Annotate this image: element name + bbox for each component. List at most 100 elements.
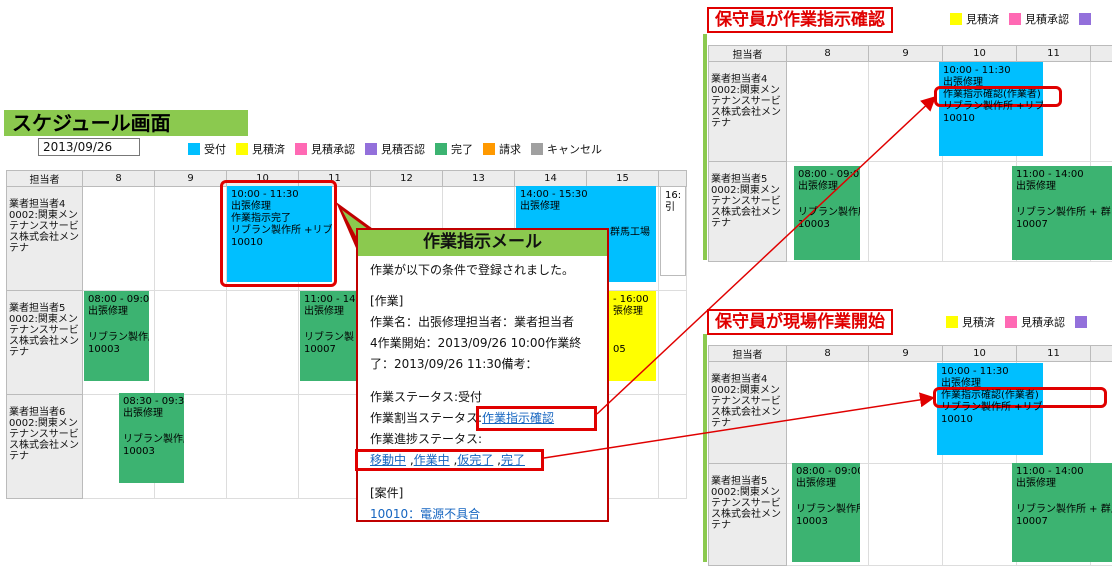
assign-status-label: 作業割当ステータス:	[370, 411, 482, 425]
event-time: 08:00 - 09:00	[798, 169, 856, 181]
section-bar	[703, 334, 707, 562]
event-time: 10:00 - 11:30	[941, 366, 1039, 378]
header-hour: 11	[1017, 346, 1091, 362]
table-row: 業者担当者4 0002:関東メンテナンスサービス株式会社メンテナ	[709, 362, 1112, 464]
legend-label: 受付	[204, 141, 226, 157]
event-time: 08:00 - 09:00	[88, 294, 145, 306]
popup-section: [案件]	[358, 483, 607, 504]
header-hour: 9	[869, 346, 943, 362]
date-input[interactable]: 2013/09/26	[38, 138, 140, 156]
schedule-event[interactable]: 08:00 - 09:00 出張修理 リブラン製作所 +リブラン製作所 1000…	[84, 291, 149, 381]
event-code: 10003	[123, 446, 180, 458]
legend-swatch-denied	[1075, 316, 1087, 328]
legend-label: 見積済	[252, 141, 285, 157]
header-staff: 担当者	[709, 46, 787, 62]
event-time: 16:	[665, 190, 681, 202]
header-hour: 8	[83, 171, 155, 187]
legend-swatch-estimated	[950, 13, 962, 25]
event-code: 10007	[1016, 219, 1108, 231]
popup-text: 了：2013/09/26 11:30備考：	[358, 354, 607, 375]
header-hour: 12	[371, 171, 443, 187]
header-hour: 11	[1017, 46, 1091, 62]
event-code: 10010	[943, 113, 1039, 125]
highlight-frame	[355, 449, 544, 471]
schedule-event[interactable]: 11:00 - 14:00 出張修理 リブラン製作所 + 群 10007	[1012, 166, 1112, 260]
legend-swatch-billing	[483, 143, 495, 155]
case-link[interactable]: 10010：電源不具合	[370, 507, 480, 521]
event-title: 出張修理	[798, 181, 856, 193]
staff-name: 業者担当者5 0002:関東メンテナンスサービス株式会社メンテナ	[7, 291, 83, 395]
event-title: 出張修理	[796, 478, 856, 490]
staff-name: 業者担当者6 0002:関東メンテナンスサービス株式会社メンテナ	[7, 395, 83, 499]
schedule-event[interactable]: 10:00 - 11:30 出張修理 作業指示確認(作業者) + 作業中 リブラ…	[937, 363, 1043, 455]
event-place: リブラン製作所 + 群馬	[1016, 504, 1108, 516]
legend-swatch-estimated	[236, 143, 248, 155]
event-time: 11:00 - 14	[304, 294, 354, 306]
highlight-frame	[476, 406, 597, 431]
event-code: 10003	[88, 344, 145, 356]
legend-label: 見積否認	[381, 141, 425, 157]
staff-name: 業者担当者5 0002:関東メンテナンスサービス株式会社メンテナ	[709, 162, 787, 262]
work-instruction-mail-popup: 作業指示メール 作業が以下の条件で登録されました。 [作業] 作業名：出張修理担…	[356, 228, 609, 522]
section-bar	[703, 34, 707, 260]
event-title: 張修理	[613, 306, 652, 318]
staff-name: 業者担当者5 0002:関東メンテナンスサービス株式会社メンテナ	[709, 464, 787, 566]
legend-label: 見積済	[962, 314, 995, 330]
legend-swatch-denied	[1079, 13, 1091, 25]
legend-label: 見積承認	[1021, 314, 1065, 330]
event-code: 10003	[796, 516, 856, 528]
status-legend: 見積済 見積承認	[940, 314, 1087, 330]
status-legend: 見積済 見積承認	[944, 11, 1091, 27]
schedule-event[interactable]: 08:00 - 09:00 出張修理 リブラン製作所 +リブラン製作所 1000…	[792, 463, 860, 562]
event-title: 出張修理	[1016, 181, 1108, 193]
header-hour: 15	[587, 171, 659, 187]
legend-swatch-reception	[188, 143, 200, 155]
popup-text: 作業名：出張修理担当者：業者担当者	[358, 312, 607, 333]
schedule-event[interactable]: 08:00 - 09:00 出張修理 リブラン製作所 +リブラン製作所 1000…	[794, 166, 860, 260]
legend-label: 請求	[499, 141, 521, 157]
header-hour: 9	[869, 46, 943, 62]
header-hour: 14	[515, 171, 587, 187]
event-title: 出張修理	[304, 306, 354, 318]
header-hour: 8	[787, 46, 869, 62]
event-time: 08:30 - 09:30	[123, 396, 180, 408]
status-legend: 受付 見積済 見積承認 見積否認 完了 請求 キャンセル	[182, 141, 602, 157]
legend-swatch-cancel	[531, 143, 543, 155]
legend-swatch-denied	[365, 143, 377, 155]
event-place: リブラン製作所 +リブラン製作所	[123, 434, 180, 446]
schedule-event[interactable]: - 16:00 張修理 05	[609, 291, 656, 381]
popup-text: 作業進捗ステータス:	[358, 429, 607, 450]
event-title: 出張修理	[1016, 478, 1108, 490]
header-hour: 10	[943, 46, 1017, 62]
legend-swatch-estimated	[946, 316, 958, 328]
event-time: 10:00 - 11:30	[943, 65, 1039, 77]
event-title: 出張修理	[123, 408, 180, 420]
callout-title: 保守員が現場作業開始	[707, 309, 893, 335]
event-place: リブラン製作所 +リブラン製作所	[796, 504, 856, 516]
staff-name: 業者担当者4 0002:関東メンテナンスサービス株式会社メンテナ	[709, 62, 787, 162]
header-staff: 担当者	[7, 171, 83, 187]
schedule-event[interactable]: 11:00 - 14:00 出張修理 リブラン製作所 + 群馬 10007	[1012, 463, 1112, 562]
event-time: - 16:00	[613, 294, 652, 306]
popup-title: 作業指示メール	[356, 228, 609, 256]
schedule-event[interactable]: 16: 引	[660, 186, 686, 276]
event-place: リブラン製作所 +リブラン製作所	[941, 402, 1039, 414]
event-place: リブラン製作所 + 群	[1016, 207, 1108, 219]
popup-text: 作業ステータス:受付	[358, 387, 607, 408]
schedule-event[interactable]: 11:00 - 14 出張修理 リブラン製 10007	[300, 291, 358, 381]
legend-swatch-approved	[295, 143, 307, 155]
event-code: 10007	[1016, 516, 1108, 528]
legend-label: 完了	[451, 141, 473, 157]
event-place: リブラン製作所 +リブラン製作所	[943, 101, 1039, 113]
schedule-event[interactable]: 10:00 - 11:30 出張修理 作業指示確認(作業者) リブラン製作所 +…	[939, 62, 1043, 156]
event-time: 11:00 - 14:00	[1016, 169, 1108, 181]
staff-name: 業者担当者4 0002:関東メンテナンスサービス株式会社メンテナ	[709, 362, 787, 464]
event-code: 10003	[798, 219, 856, 231]
event-title: 出張修理	[88, 306, 145, 318]
event-code: 10007	[304, 344, 354, 356]
event-place: リブラン製作所 +リブラン製作所	[798, 207, 856, 219]
schedule-event[interactable]: 08:30 - 09:30 出張修理 リブラン製作所 +リブラン製作所 1000…	[119, 393, 184, 483]
legend-swatch-done	[435, 143, 447, 155]
popup-text: 作業が以下の条件で登録されました。	[358, 260, 607, 281]
event-status: 作業指示確認(作業者) + 作業中	[941, 390, 1039, 402]
